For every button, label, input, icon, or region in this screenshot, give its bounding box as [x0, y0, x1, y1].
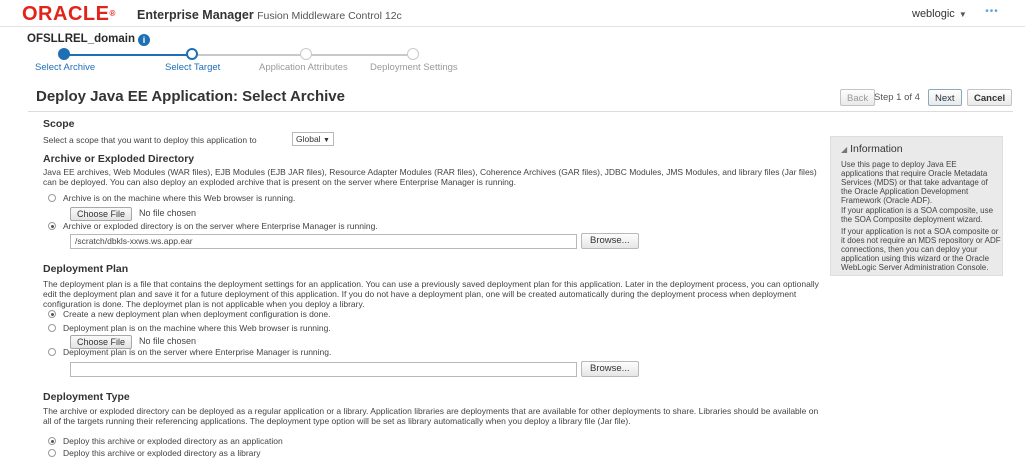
archive-heading: Archive or Exploded Directory: [43, 153, 195, 165]
plan-browse-button[interactable]: Browse...: [581, 361, 639, 377]
archive-browse-button[interactable]: Browse...: [581, 233, 639, 249]
archive-no-file-text: No file chosen: [139, 208, 197, 218]
next-button[interactable]: Next: [928, 89, 962, 106]
archive-path-input[interactable]: /scratch/dbkls-xxws.ws.app.ear: [70, 234, 577, 249]
top-bar: ORACLE® Enterprise Manager Fusion Middle…: [0, 0, 1025, 27]
dropdown-arrow-icon: ▼: [322, 137, 330, 144]
plan-local-radio[interactable]: [48, 324, 56, 332]
oracle-logo: ORACLE®: [22, 3, 116, 25]
deploy-as-application-radio[interactable]: [48, 437, 56, 445]
page-header: Deploy Java EE Application: Select Archi…: [28, 87, 1013, 112]
deployment-type-description: The archive or exploded directory can be…: [43, 406, 819, 426]
page-title: Deploy Java EE Application: Select Archi…: [36, 88, 345, 105]
collapse-triangle-icon: ◢: [841, 145, 848, 154]
train-node-deployment-settings: [407, 48, 419, 60]
product-name: Enterprise Manager Fusion Middleware Con…: [137, 8, 402, 22]
deployment-plan-description: The deployment plan is a file that conta…: [43, 279, 819, 309]
train-node-application-attributes: [300, 48, 312, 60]
user-name: weblogic: [912, 8, 955, 20]
archive-choose-file-button[interactable]: Choose File: [70, 207, 133, 221]
information-paragraph-3: If your application is not a SOA composi…: [841, 227, 1001, 272]
chevron-down-icon: ▼: [958, 10, 967, 19]
plan-server-label: Deployment plan is on the server where E…: [63, 347, 332, 357]
archive-server-label: Archive or exploded directory is on the …: [63, 221, 378, 231]
deploy-as-library-label: Deploy this archive or exploded director…: [63, 448, 261, 458]
step-select-archive[interactable]: Select Archive: [35, 62, 95, 73]
step-indicator: Step 1 of 4: [874, 92, 920, 103]
user-menu[interactable]: weblogic ▼: [912, 8, 967, 20]
back-button[interactable]: Back: [840, 89, 876, 106]
deploy-as-library-radio[interactable]: [48, 449, 56, 457]
train-node-select-target[interactable]: [186, 48, 198, 60]
scope-prompt: Select a scope that you want to deploy t…: [43, 135, 257, 145]
plan-create-new-radio[interactable]: [48, 310, 56, 318]
cancel-button[interactable]: Cancel: [967, 89, 1013, 106]
archive-server-radio[interactable]: [48, 222, 56, 230]
deployment-plan-heading: Deployment Plan: [43, 263, 129, 275]
scope-select[interactable]: Global ▼: [292, 132, 334, 146]
plan-local-label: Deployment plan is on the machine where …: [63, 323, 331, 333]
step-deployment-settings: Deployment Settings: [370, 62, 458, 73]
step-application-attributes: Application Attributes: [259, 62, 348, 73]
deployment-type-heading: Deployment Type: [43, 391, 130, 403]
train-node-select-archive[interactable]: [58, 48, 70, 60]
information-paragraph-1: Use this page to deploy Java EE applicat…: [841, 160, 988, 205]
deploy-as-application-label: Deploy this archive or exploded director…: [63, 436, 283, 446]
information-paragraph-2: If your application is a SOA composite, …: [841, 206, 994, 224]
more-options-icon[interactable]: •••: [981, 5, 1003, 19]
plan-path-input[interactable]: [70, 362, 577, 377]
archive-local-radio[interactable]: [48, 194, 56, 202]
plan-server-radio[interactable]: [48, 348, 56, 356]
scope-heading: Scope: [43, 118, 75, 130]
plan-create-new-label: Create a new deployment plan when deploy…: [63, 309, 331, 319]
archive-description: Java EE archives, Web Modules (WAR files…: [43, 167, 817, 187]
information-panel: ◢ Information Use this page to deploy Ja…: [830, 136, 1003, 276]
plan-no-file-text: No file chosen: [139, 336, 197, 346]
step-select-target[interactable]: Select Target: [165, 62, 220, 73]
domain-title: OFSLLREL_domain i: [27, 33, 150, 46]
archive-local-label: Archive is on the machine where this Web…: [63, 193, 296, 203]
info-icon[interactable]: i: [137, 34, 150, 46]
information-title[interactable]: ◢ Information: [841, 143, 903, 155]
train-connector-active: [64, 54, 188, 56]
